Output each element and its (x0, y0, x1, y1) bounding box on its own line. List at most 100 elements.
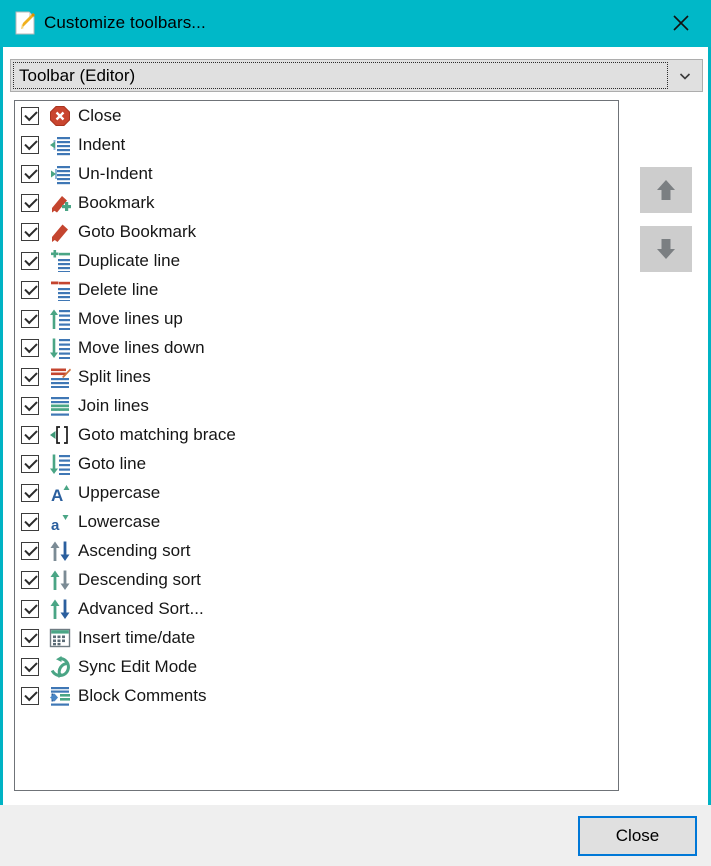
join-lines-icon (49, 395, 71, 417)
list-item-checkbox[interactable] (21, 628, 39, 647)
chevron-down-icon (679, 72, 691, 80)
list-item-checkbox[interactable] (21, 599, 39, 618)
list-item-label: Join lines (78, 395, 149, 415)
title-bar: Customize toolbars... (0, 0, 711, 47)
bookmark-icon (49, 221, 71, 243)
list-item[interactable]: Descending sort (15, 565, 618, 594)
list-item-label: Lowercase (78, 511, 161, 531)
list-item[interactable]: Join lines (15, 391, 618, 420)
list-item[interactable]: Goto line (15, 449, 618, 478)
list-item-label: Close (78, 105, 122, 125)
toolbar-selector-value: Toolbar (Editor) (19, 65, 136, 85)
list-item[interactable]: Bookmark (15, 188, 618, 217)
list-item[interactable]: A Uppercase (15, 478, 618, 507)
arrow-down-icon (657, 239, 675, 259)
list-item-checkbox[interactable] (21, 309, 39, 328)
list-item[interactable]: Ascending sort (15, 536, 618, 565)
advanced-sort-icon (49, 598, 71, 620)
list-item-checkbox[interactable] (21, 222, 39, 241)
ascending-sort-icon (49, 540, 71, 562)
list-item[interactable]: Sync Edit Mode (15, 652, 618, 681)
list-item-label: Advanced Sort... (78, 598, 204, 618)
calendar-icon (49, 627, 71, 649)
duplicate-line-icon (49, 249, 71, 272)
list-item-checkbox[interactable] (21, 106, 39, 125)
list-item-label: Bookmark (78, 192, 155, 212)
svg-text:A: A (51, 486, 63, 504)
list-item-label: Descending sort (78, 569, 201, 589)
list-item-checkbox[interactable] (21, 251, 39, 270)
delete-line-icon (49, 279, 71, 301)
list-item[interactable]: Block Comments (15, 681, 618, 710)
list-item[interactable]: Split lines (15, 362, 618, 391)
list-item-checkbox[interactable] (21, 541, 39, 560)
toolbar-command-list[interactable]: Close Indent Un-Indent Bookmark Goto Boo… (14, 100, 619, 791)
unindent-icon (49, 163, 71, 185)
sync-edit-icon (49, 655, 71, 678)
page-title: Customize toolbars... (44, 13, 206, 32)
list-item[interactable]: Delete line (15, 275, 618, 304)
list-item-label: Uppercase (78, 482, 161, 502)
list-item[interactable]: Close (15, 101, 618, 130)
list-item-checkbox[interactable] (21, 657, 39, 676)
list-item-label: Split lines (78, 366, 151, 386)
list-item-checkbox[interactable] (21, 570, 39, 589)
list-item-label: Duplicate line (78, 250, 181, 270)
list-item-label: Ascending sort (78, 540, 191, 560)
uppercase-icon: A (49, 482, 71, 504)
list-item-label: Goto matching brace (78, 424, 236, 444)
descending-sort-icon (49, 569, 71, 591)
lowercase-icon: a (49, 511, 71, 533)
list-item[interactable]: Duplicate line (15, 246, 618, 275)
list-item-checkbox[interactable] (21, 512, 39, 531)
list-item-checkbox[interactable] (21, 425, 39, 444)
close-button-label: Close (615, 826, 660, 845)
list-item-label: Delete line (78, 279, 159, 299)
list-item-checkbox[interactable] (21, 135, 39, 154)
block-comments-icon (49, 685, 71, 707)
customize-toolbars-dialog: Customize toolbars... Toolbar (Editor) C… (0, 0, 711, 866)
move-lines-down-icon (49, 337, 71, 359)
close-button[interactable]: Close (578, 816, 697, 856)
toolbar-selector-arrow[interactable] (668, 60, 702, 91)
list-item-checkbox[interactable] (21, 396, 39, 415)
list-item-label: Move lines up (78, 308, 183, 328)
toolbar-selector-field[interactable]: Toolbar (Editor) (13, 62, 668, 89)
toolbar-selector[interactable]: Toolbar (Editor) (10, 59, 703, 92)
note-pencil-icon (14, 11, 36, 35)
move-up-button[interactable] (640, 167, 692, 213)
list-item-checkbox[interactable] (21, 338, 39, 357)
list-item-checkbox[interactable] (21, 367, 39, 386)
list-item-checkbox[interactable] (21, 686, 39, 705)
list-item[interactable]: Insert time/date (15, 623, 618, 652)
list-item-label: Indent (78, 134, 126, 154)
list-item[interactable]: Un-Indent (15, 159, 618, 188)
list-item-checkbox[interactable] (21, 454, 39, 473)
move-down-button[interactable] (640, 226, 692, 272)
list-item-label: Block Comments (78, 685, 207, 705)
goto-line-icon (49, 453, 71, 475)
list-item-checkbox[interactable] (21, 483, 39, 502)
arrow-up-icon (657, 180, 675, 200)
list-item[interactable]: Indent (15, 130, 618, 159)
list-item-checkbox[interactable] (21, 164, 39, 183)
list-item-checkbox[interactable] (21, 280, 39, 299)
list-item[interactable]: Move lines up (15, 304, 618, 333)
list-item[interactable]: a Lowercase (15, 507, 618, 536)
list-item-label: Sync Edit Mode (78, 656, 198, 676)
dialog-footer: Close (0, 805, 711, 866)
list-item[interactable]: Goto Bookmark (15, 217, 618, 246)
list-item[interactable]: Advanced Sort... (15, 594, 618, 623)
list-item[interactable]: Goto matching brace (15, 420, 618, 449)
close-x-icon (673, 15, 689, 31)
list-item-label: Goto Bookmark (78, 221, 197, 241)
titlebar-close-button[interactable] (659, 6, 703, 40)
list-item-label: Insert time/date (78, 627, 196, 647)
list-item-label: Un-Indent (78, 163, 153, 183)
list-item-label: Move lines down (78, 337, 205, 357)
list-item-label: Goto line (78, 453, 147, 473)
list-item[interactable]: Move lines down (15, 333, 618, 362)
move-lines-up-icon (49, 308, 71, 330)
list-item-checkbox[interactable] (21, 193, 39, 212)
matching-brace-icon (49, 424, 71, 446)
